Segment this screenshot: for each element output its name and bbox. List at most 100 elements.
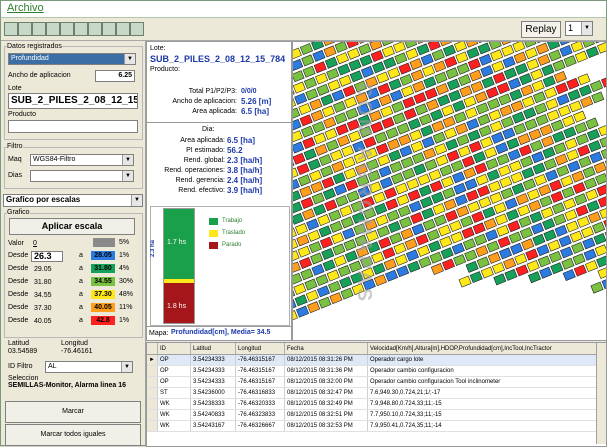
grafico-select[interactable]: Grafico por escalas▼ [3,194,143,207]
map-cell [531,69,543,80]
map-cell [296,306,308,317]
table-cell: OP [158,377,191,388]
map-cell [541,136,553,147]
archivo-menu[interactable]: Archivo [7,2,44,14]
row-indicator[interactable] [147,421,158,432]
map-cell [293,228,297,239]
scale-from-3[interactable]: 34.55 [31,290,63,301]
scale-swatch-0[interactable]: 28.05 [91,251,115,260]
map-cell [535,103,547,114]
scale-pct-1: 4% [119,265,129,272]
map-cell [540,267,552,278]
info-row-label-3: Rend. operaciones: [149,167,225,174]
scale-swatch-5[interactable]: 42.8 [91,316,115,325]
map-cell [577,216,589,227]
chart-icon[interactable] [46,22,60,36]
row-indicator[interactable]: ► [147,355,158,366]
map-cell [601,76,606,87]
globe-icon[interactable] [116,22,130,36]
map-cell [393,113,405,124]
table-row[interactable]: OP3.54234333-76.4631516708/12/2015 08:31… [147,366,598,377]
idfiltro-select[interactable]: AL▼ [45,361,133,373]
row-indicator[interactable] [147,388,158,399]
lote-input[interactable]: SUB_2_PILES_2_08_12_15_ [8,93,138,109]
replay-select[interactable]: 1▼ [565,21,593,36]
map-cell [324,46,336,57]
map-cell [392,101,404,112]
open-icon[interactable] [4,22,18,36]
event-table[interactable]: ID Latitud Longitud Fecha Velocidad[Km/h… [146,342,607,447]
map-cell [474,234,486,245]
col-latitud[interactable]: Latitud [191,343,236,355]
scale-swatch-3[interactable]: 37.30 [91,290,115,299]
scale-swatch-4[interactable]: 40.05 [91,303,115,312]
edit-icon[interactable] [60,22,74,36]
map-cell [293,142,304,153]
table-row[interactable]: ST3.54236000-76.4631683308/12/2015 08:32… [147,388,598,399]
map-cell [430,181,442,192]
row-indicator[interactable] [147,377,158,388]
bar-side-label: 2.3 ha [150,240,156,257]
producto-input[interactable] [8,120,138,133]
map-cell [401,86,413,97]
table-row[interactable]: WK3.54240833-76.4632383308/12/2015 08:32… [147,410,598,421]
select-icon[interactable] [88,22,102,36]
ruler-icon[interactable] [74,22,88,36]
map-cell [380,177,392,188]
scale-swatch-2[interactable]: 34.55 [91,277,115,286]
marcar-todos-button[interactable]: Marcar todos iguales [5,424,141,446]
map-cell [422,208,434,219]
row-indicator-header [147,343,158,355]
map-cell [411,141,423,152]
map-cell [581,227,593,238]
table-scrollbar[interactable] [596,343,606,444]
map-cell [335,113,347,124]
col-velocidad[interactable]: Velocidad[Km/h],Altura[m],HDOP,Profundid… [368,343,598,355]
table-cell: 08/12/2015 08:32:49 PM [285,399,368,410]
map-cell [439,42,451,46]
scale-from-4[interactable]: 37.30 [31,303,63,314]
map-cell [544,230,556,241]
row-indicator[interactable] [147,399,158,410]
scale-from-2[interactable]: 31.80 [31,277,63,288]
aplicar-escala-button[interactable]: Aplicar escala [9,218,135,235]
map-cell [320,237,332,248]
map-view[interactable]: COM AGROMAPAS [292,41,607,341]
map-cell [322,177,334,188]
map-cell [416,42,428,44]
col-id[interactable]: ID [158,343,191,355]
datos-select[interactable]: Profundidad▼ [8,53,136,65]
table-icon[interactable] [32,22,46,36]
settings-icon[interactable] [130,22,144,36]
zoom-icon[interactable] [102,22,116,36]
map-cell [499,94,511,105]
map-canvas[interactable] [293,42,606,340]
map-cell [410,130,422,141]
scale-from-5[interactable]: 40.05 [31,316,63,327]
table-row[interactable]: ►OP3.54234333-76.4631516708/12/2015 08:3… [147,355,598,366]
map-cell [312,264,324,275]
a-label: a [79,317,83,324]
maq-select[interactable]: WGS84-Filtro▼ [30,154,134,166]
replay-button[interactable]: Replay [521,21,561,38]
map-cell [295,93,307,104]
row-indicator[interactable] [147,366,158,377]
table-row[interactable]: OP3.54234333-76.4631516708/12/2015 08:32… [147,377,598,388]
scale-from-1[interactable]: 29.05 [31,264,63,275]
row-indicator[interactable] [147,410,158,421]
color-swatch-top[interactable] [93,238,115,247]
col-longitud[interactable]: Longitud [236,343,285,355]
table-row[interactable]: WK3.54243167-76.4632666708/12/2015 08:32… [147,421,598,432]
scale-swatch-1[interactable]: 31.80 [91,264,115,273]
map-cell [581,96,593,107]
grafico-select-value: Grafico por escalas [6,195,80,204]
table-row[interactable]: WK3.54238333-76.4632033308/12/2015 08:32… [147,399,598,410]
scale-from-0[interactable]: 26.3 [31,251,63,262]
col-fecha[interactable]: Fecha [285,343,368,355]
ancho-input[interactable]: 6.25 [95,70,135,82]
dias-select[interactable]: ▼ [30,170,134,182]
marcar-button[interactable]: Marcar [5,401,141,423]
map-cell [557,165,569,176]
map-cell [321,94,333,105]
grid-icon[interactable] [18,22,32,36]
